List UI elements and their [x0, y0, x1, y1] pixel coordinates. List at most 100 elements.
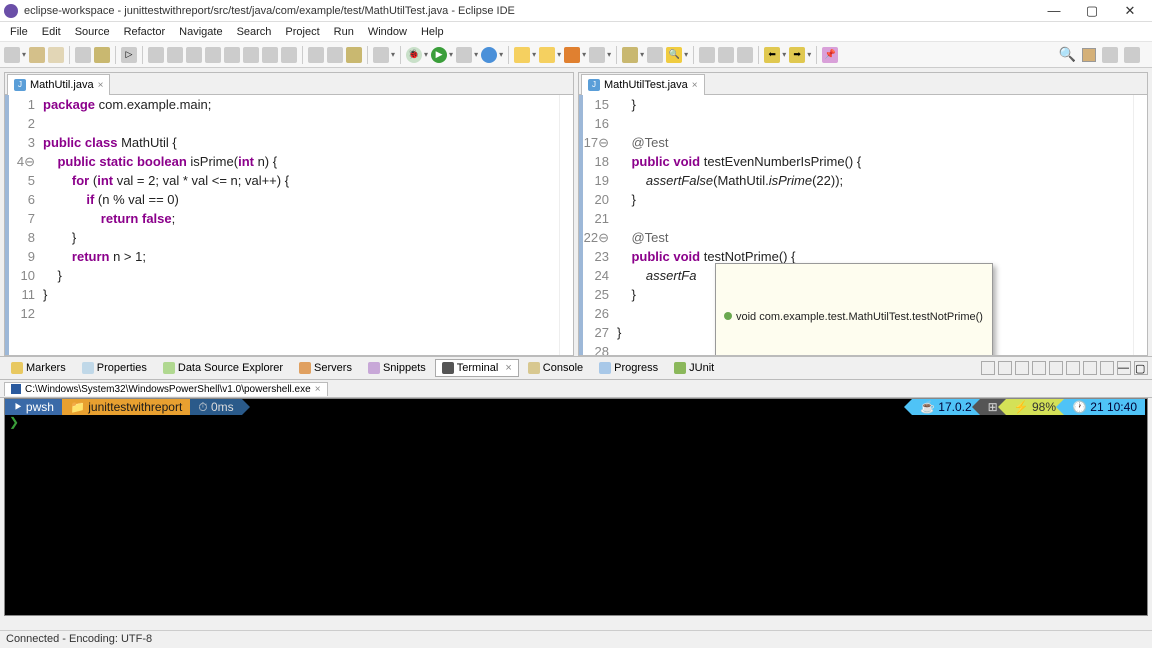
view-toolbar-btn[interactable]: [981, 361, 995, 375]
view-toolbar-btn[interactable]: [1049, 361, 1063, 375]
forward-button[interactable]: ➡: [789, 47, 805, 63]
quick-access-icon[interactable]: 🔍: [1059, 46, 1076, 63]
editor-tab-mathutiltest[interactable]: J MathUtilTest.java ×: [581, 74, 705, 95]
prompt-symbol: ❯: [5, 415, 1147, 429]
tb-btn[interactable]: [647, 47, 663, 63]
menu-source[interactable]: Source: [69, 24, 116, 40]
servers-icon: [299, 362, 311, 374]
terminate-button[interactable]: [186, 47, 202, 63]
tb-btn[interactable]: [718, 47, 734, 63]
coverage-button[interactable]: [456, 47, 472, 63]
close-icon[interactable]: ×: [315, 384, 321, 395]
menu-window[interactable]: Window: [362, 24, 413, 40]
view-progress[interactable]: Progress: [592, 359, 665, 377]
step-into-button[interactable]: [224, 47, 240, 63]
status-bar: Connected - Encoding: UTF-8: [0, 630, 1152, 648]
prompt-seg-time: ⏱ 0ms: [190, 399, 241, 415]
tb-btn[interactable]: [327, 47, 343, 63]
minimize-view-button[interactable]: —: [1117, 361, 1131, 375]
view-properties[interactable]: Properties: [75, 359, 154, 377]
external-tools-button[interactable]: [481, 47, 497, 63]
minimize-button[interactable]: —: [1044, 3, 1064, 19]
view-toolbar-btn[interactable]: [1032, 361, 1046, 375]
menu-run[interactable]: Run: [328, 24, 360, 40]
back-button[interactable]: ⬅: [764, 47, 780, 63]
new-button[interactable]: [4, 47, 20, 63]
close-icon[interactable]: ×: [98, 80, 104, 91]
menu-search[interactable]: Search: [231, 24, 278, 40]
suspend-button[interactable]: [167, 47, 183, 63]
open-type-button[interactable]: [346, 47, 362, 63]
tb-btn[interactable]: [564, 47, 580, 63]
menu-navigate[interactable]: Navigate: [173, 24, 228, 40]
menu-project[interactable]: Project: [279, 24, 325, 40]
new-java-package-button[interactable]: [539, 47, 555, 63]
pin-editor-button[interactable]: 📌: [822, 47, 838, 63]
tb-btn[interactable]: [308, 47, 324, 63]
close-icon[interactable]: ×: [505, 362, 511, 374]
save-all-button[interactable]: [48, 47, 64, 63]
powershell-icon: [11, 384, 21, 394]
terminal-icon: [442, 362, 454, 374]
terminal-body[interactable]: ⯈ pwsh 📁 junittestwithreport ⏱ 0ms ☕ 17.…: [4, 398, 1148, 616]
code-area-left[interactable]: 1234⊖56789101112 package com.example.mai…: [5, 95, 573, 355]
debug-button[interactable]: 🐞: [406, 47, 422, 63]
tb-btn[interactable]: [589, 47, 605, 63]
junit-icon: [674, 362, 686, 374]
run-button[interactable]: ▶: [431, 47, 447, 63]
close-button[interactable]: ✕: [1120, 3, 1140, 19]
maximize-button[interactable]: ▢: [1082, 3, 1102, 19]
view-toolbar-btn[interactable]: [998, 361, 1012, 375]
progress-icon: [599, 362, 611, 374]
view-toolbar-btn[interactable]: [1100, 361, 1114, 375]
resume-button[interactable]: [148, 47, 164, 63]
code-area-right[interactable]: 151617⊖1819202122⊖232425262728 } @Test p…: [579, 95, 1147, 355]
tb-btn[interactable]: [699, 47, 715, 63]
tb-btn[interactable]: [94, 47, 110, 63]
tab-label: MathUtil.java: [30, 79, 94, 91]
prompt-seg-shell: ⯈ pwsh: [5, 399, 62, 415]
search-button[interactable]: 🔍: [666, 47, 682, 63]
disconnect-button[interactable]: [205, 47, 221, 63]
tab-label: MathUtilTest.java: [604, 79, 688, 91]
tb-btn[interactable]: [75, 47, 91, 63]
maximize-view-button[interactable]: ▢: [1134, 361, 1148, 375]
drop-frame-button[interactable]: [281, 47, 297, 63]
save-button[interactable]: [29, 47, 45, 63]
debug-perspective-button[interactable]: [1124, 47, 1140, 63]
perspective-button[interactable]: [1082, 48, 1096, 62]
views-tabbar: Markers Properties Data Source Explorer …: [0, 356, 1152, 380]
view-console[interactable]: Console: [521, 359, 590, 377]
prompt-seg-java: ☕ 17.0.2: [912, 399, 980, 415]
view-junit[interactable]: JUnit: [667, 359, 721, 377]
new-java-class-button[interactable]: [514, 47, 530, 63]
prompt-seg-clock: 🕐 21 10:40: [1064, 399, 1145, 415]
skip-breakpoints-button[interactable]: ▷: [121, 47, 137, 63]
view-servers[interactable]: Servers: [292, 359, 359, 377]
terminal-tab[interactable]: C:\Windows\System32\WindowsPowerShell\v1…: [4, 382, 328, 396]
menu-help[interactable]: Help: [415, 24, 450, 40]
menu-bar: File Edit Source Refactor Navigate Searc…: [0, 22, 1152, 42]
tb-btn[interactable]: [373, 47, 389, 63]
menu-edit[interactable]: Edit: [36, 24, 67, 40]
step-return-button[interactable]: [262, 47, 278, 63]
editor-tab-mathutil[interactable]: J MathUtil.java ×: [7, 74, 110, 95]
view-markers[interactable]: Markers: [4, 359, 73, 377]
console-icon: [528, 362, 540, 374]
view-data-source[interactable]: Data Source Explorer: [156, 359, 290, 377]
prompt-seg-path: 📁 junittestwithreport: [62, 399, 190, 415]
java-perspective-button[interactable]: [1102, 47, 1118, 63]
tb-btn[interactable]: [737, 47, 753, 63]
view-snippets[interactable]: Snippets: [361, 359, 433, 377]
view-toolbar-btn[interactable]: [1015, 361, 1029, 375]
menu-refactor[interactable]: Refactor: [118, 24, 172, 40]
step-over-button[interactable]: [243, 47, 259, 63]
view-terminal[interactable]: Terminal×: [435, 359, 519, 377]
view-toolbar-btn[interactable]: [1083, 361, 1097, 375]
view-toolbar-btn[interactable]: [1066, 361, 1080, 375]
properties-icon: [82, 362, 94, 374]
menu-file[interactable]: File: [4, 24, 34, 40]
editor-left: J MathUtil.java × 1234⊖56789101112 packa…: [4, 72, 574, 356]
open-task-button[interactable]: [622, 47, 638, 63]
close-icon[interactable]: ×: [692, 80, 698, 91]
